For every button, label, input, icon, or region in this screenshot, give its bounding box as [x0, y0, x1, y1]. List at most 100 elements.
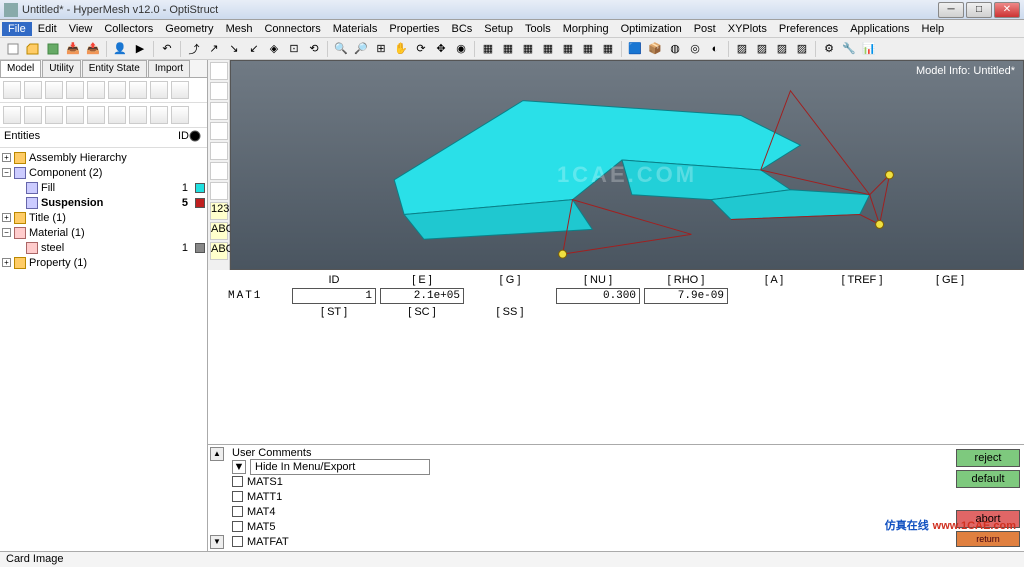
- collapse-icon[interactable]: −: [2, 168, 11, 177]
- mesh-2-icon[interactable]: ▨: [753, 40, 771, 58]
- new-icon[interactable]: [4, 40, 22, 58]
- scroll-up-icon[interactable]: ▲: [210, 447, 224, 461]
- geom-3-icon[interactable]: ◍: [666, 40, 684, 58]
- menu-applications[interactable]: Applications: [844, 22, 915, 36]
- menu-file[interactable]: File: [2, 22, 32, 36]
- browser-btn-9[interactable]: [171, 81, 189, 99]
- menu-view[interactable]: View: [63, 22, 99, 36]
- tree-title[interactable]: Title (1): [29, 212, 66, 224]
- tab-model[interactable]: Model: [0, 60, 41, 77]
- 3d-viewport[interactable]: Model Info: Untitled*: [230, 60, 1024, 270]
- vtool-1[interactable]: [210, 62, 228, 80]
- view-xz-icon[interactable]: ↘: [225, 40, 243, 58]
- opt-mat5[interactable]: MAT5: [247, 521, 276, 533]
- menu-tools[interactable]: Tools: [519, 22, 557, 36]
- close-button[interactable]: ✕: [994, 2, 1020, 18]
- browser-btn-8[interactable]: [150, 81, 168, 99]
- tree-suspension[interactable]: Suspension: [41, 197, 103, 209]
- menu-morphing[interactable]: Morphing: [557, 22, 615, 36]
- scroll-down-icon[interactable]: ▼: [210, 535, 224, 549]
- return-button[interactable]: return: [956, 531, 1020, 547]
- vtool-3[interactable]: [210, 102, 228, 120]
- checkbox-matt1[interactable]: [232, 491, 243, 502]
- vtool-10[interactable]: ABC: [210, 242, 228, 260]
- menu-edit[interactable]: Edit: [32, 22, 63, 36]
- mesh-1-icon[interactable]: ▨: [733, 40, 751, 58]
- opt-mats1[interactable]: MATS1: [247, 476, 283, 488]
- filter-btn-4[interactable]: [66, 106, 84, 124]
- field-e[interactable]: 2.1e+05: [380, 288, 464, 304]
- checkbox-mat4[interactable]: [232, 506, 243, 517]
- menu-connectors[interactable]: Connectors: [258, 22, 326, 36]
- play-icon[interactable]: ▶: [131, 40, 149, 58]
- zoom-out-icon[interactable]: 🔎: [352, 40, 370, 58]
- pan-icon[interactable]: ✋: [392, 40, 410, 58]
- tool-1-icon[interactable]: ⚙: [820, 40, 838, 58]
- filter-btn-6[interactable]: [108, 106, 126, 124]
- checkbox-matfat[interactable]: [232, 536, 243, 547]
- filter-btn-3[interactable]: [45, 106, 63, 124]
- display-1-icon[interactable]: ▦: [479, 40, 497, 58]
- menu-optimization[interactable]: Optimization: [615, 22, 688, 36]
- tab-import[interactable]: Import: [148, 60, 190, 77]
- export-icon[interactable]: 📤: [84, 40, 102, 58]
- menu-properties[interactable]: Properties: [383, 22, 445, 36]
- tree-steel[interactable]: steel: [41, 242, 64, 254]
- field-rho[interactable]: 7.9e-09: [644, 288, 728, 304]
- vtool-8[interactable]: 123: [210, 202, 228, 220]
- display-2-icon[interactable]: ▦: [499, 40, 517, 58]
- axis-icon[interactable]: ⤴: [185, 40, 203, 58]
- entity-tree[interactable]: +Assembly Hierarchy −Component (2) Fill1…: [0, 148, 207, 551]
- field-id[interactable]: 1: [292, 288, 376, 304]
- reject-button[interactable]: reject: [956, 449, 1020, 467]
- default-button[interactable]: default: [956, 470, 1020, 488]
- maximize-button[interactable]: □: [966, 2, 992, 18]
- view-iso-icon[interactable]: ◈: [265, 40, 283, 58]
- expand-icon[interactable]: +: [2, 213, 11, 222]
- geom-5-icon[interactable]: ◐: [706, 40, 724, 58]
- open-icon[interactable]: [24, 40, 42, 58]
- vtool-9[interactable]: ABC: [210, 222, 228, 240]
- tree-property[interactable]: Property (1): [29, 257, 87, 269]
- rotate-icon[interactable]: ⟳: [412, 40, 430, 58]
- browser-btn-1[interactable]: [3, 81, 21, 99]
- opt-matt1[interactable]: MATT1: [247, 491, 282, 503]
- geom-4-icon[interactable]: ◎: [686, 40, 704, 58]
- display-3-icon[interactable]: ▦: [519, 40, 537, 58]
- display-4-icon[interactable]: ▦: [539, 40, 557, 58]
- vtool-6[interactable]: [210, 162, 228, 180]
- tool-3-icon[interactable]: 📊: [860, 40, 878, 58]
- mesh-4-icon[interactable]: ▨: [793, 40, 811, 58]
- color-swatch[interactable]: [195, 243, 205, 253]
- tree-component[interactable]: Component (2): [29, 167, 102, 179]
- save-icon[interactable]: [44, 40, 62, 58]
- browser-btn-2[interactable]: [24, 81, 42, 99]
- browser-btn-5[interactable]: [87, 81, 105, 99]
- tool-2-icon[interactable]: 🔧: [840, 40, 858, 58]
- undo-icon[interactable]: ↶: [158, 40, 176, 58]
- browser-btn-6[interactable]: [108, 81, 126, 99]
- geom-2-icon[interactable]: 📦: [646, 40, 664, 58]
- menu-help[interactable]: Help: [916, 22, 951, 36]
- filter-btn-5[interactable]: [87, 106, 105, 124]
- zoom-in-icon[interactable]: 🔍: [332, 40, 350, 58]
- filter-btn-9[interactable]: [171, 106, 189, 124]
- menu-bcs[interactable]: BCs: [446, 22, 479, 36]
- view-xy-icon[interactable]: ↗: [205, 40, 223, 58]
- collapse-icon[interactable]: −: [2, 228, 11, 237]
- tree-material[interactable]: Material (1): [29, 227, 85, 239]
- import-icon[interactable]: 📥: [64, 40, 82, 58]
- browser-btn-7[interactable]: [129, 81, 147, 99]
- field-nu[interactable]: 0.300: [556, 288, 640, 304]
- color-swatch[interactable]: [195, 183, 205, 193]
- display-6-icon[interactable]: ▦: [579, 40, 597, 58]
- display-7-icon[interactable]: ▦: [599, 40, 617, 58]
- tree-assembly[interactable]: Assembly Hierarchy: [29, 152, 127, 164]
- menu-mesh[interactable]: Mesh: [220, 22, 259, 36]
- menu-post[interactable]: Post: [688, 22, 722, 36]
- dropdown-toggle-icon[interactable]: ▼: [232, 460, 246, 474]
- opt-mat4[interactable]: MAT4: [247, 506, 276, 518]
- mesh-3-icon[interactable]: ▨: [773, 40, 791, 58]
- tree-fill[interactable]: Fill: [41, 182, 55, 194]
- view-rev-icon[interactable]: ⟲: [305, 40, 323, 58]
